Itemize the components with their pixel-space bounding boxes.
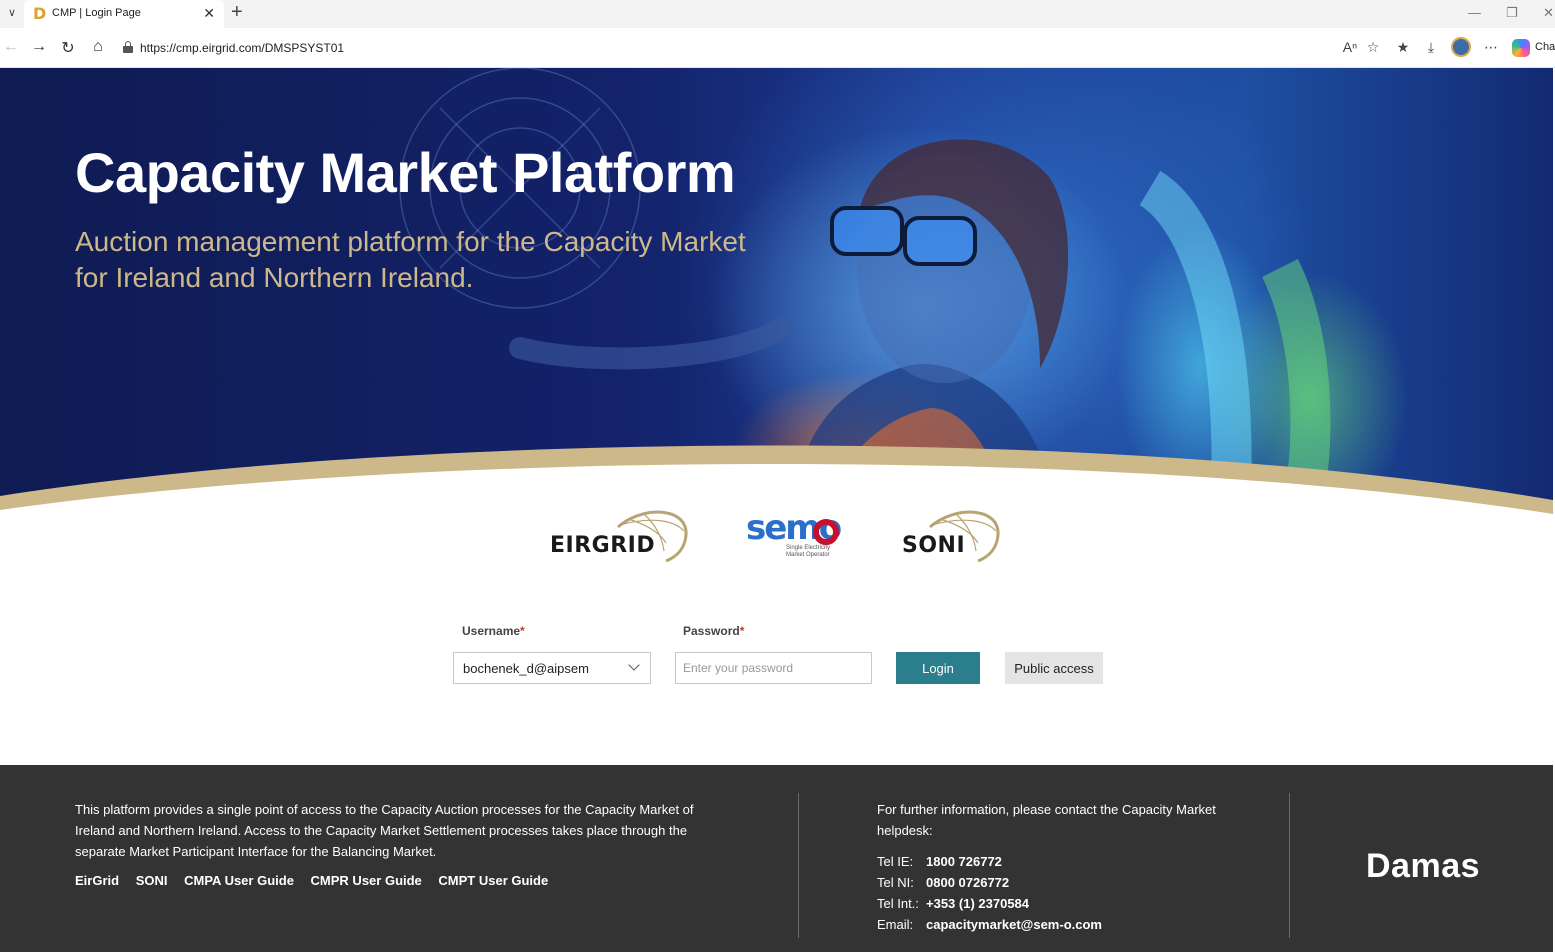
- download-icon[interactable]: ⤓: [1421, 39, 1441, 56]
- avatar[interactable]: [1451, 37, 1471, 57]
- copilot-icon[interactable]: [1512, 39, 1530, 57]
- footer-link-cmpr-guide[interactable]: CMPR User Guide: [311, 873, 422, 888]
- contact-value: 1800 726772: [926, 854, 1002, 869]
- forward-icon[interactable]: →: [29, 38, 49, 56]
- browser-tab-bar: ∨ D CMP | Login Page ✕ + — ❐ ✕: [0, 0, 1555, 28]
- username-select[interactable]: bochenek_d@aipsem: [453, 652, 651, 684]
- damas-logo: Damas: [1366, 847, 1481, 885]
- footer-link-soni[interactable]: SONI: [136, 873, 168, 888]
- footer: This platform provides a single point of…: [0, 765, 1553, 952]
- footer-links: EirGrid SONI CMPA User Guide CMPR User G…: [75, 873, 561, 888]
- soni-logo: SONI: [900, 505, 1005, 565]
- username-value[interactable]: bochenek_d@aipsem: [463, 661, 589, 676]
- window-close-icon[interactable]: ✕: [1543, 5, 1554, 21]
- eirgrid-logo-text: EIRGRID: [550, 533, 656, 558]
- footer-link-eirgrid[interactable]: EirGrid: [75, 873, 119, 888]
- contact-value: +353 (1) 2370584: [926, 896, 1030, 911]
- page-subtitle: Auction management platform for the Capa…: [75, 226, 746, 293]
- semo-tagline-line-2: Market Operator: [786, 552, 830, 558]
- browser-tab[interactable]: D CMP | Login Page ✕: [24, 0, 224, 28]
- favorites-list-icon[interactable]: ★: [1393, 39, 1413, 56]
- footer-divider: [1289, 793, 1290, 938]
- footer-link-cmpa-guide[interactable]: CMPA User Guide: [184, 873, 294, 888]
- contact-intro: For further information, please contact …: [877, 802, 1216, 838]
- contact-label: Tel NI:: [877, 875, 914, 890]
- username-label: Username*: [462, 624, 525, 638]
- eirgrid-logo: EIRGRID: [548, 505, 693, 565]
- close-icon[interactable]: ✕: [203, 5, 215, 22]
- contact-value: 0800 0726772: [926, 875, 1010, 890]
- address-bar[interactable]: https://cmp.eirgrid.com/DMSPSYST01: [116, 34, 1386, 62]
- semo-logo: semo Single Electricity Market Operator: [746, 508, 846, 564]
- tab-list-icon[interactable]: ∨: [4, 5, 20, 21]
- contact-label: Tel Int.:: [877, 896, 919, 911]
- chat-label[interactable]: Chat: [1535, 41, 1555, 53]
- footer-description: This platform provides a single point of…: [75, 802, 694, 859]
- restore-icon[interactable]: ❐: [1506, 5, 1518, 21]
- contact-row: Tel NI: 0800 0726772: [877, 872, 1102, 893]
- contact-label: Email:: [877, 917, 914, 932]
- footer-divider: [798, 793, 799, 938]
- read-aloud-icon[interactable]: Aⁿ: [1340, 39, 1360, 55]
- browser-toolbar: ← → ↻ ⌂ https://cmp.eirgrid.com/DMSPSYST…: [0, 28, 1555, 68]
- new-tab-icon[interactable]: +: [231, 1, 243, 24]
- minimize-icon[interactable]: —: [1468, 5, 1481, 20]
- password-label: Password*: [683, 624, 745, 638]
- reload-icon[interactable]: ↻: [58, 38, 78, 58]
- url-text[interactable]: https://cmp.eirgrid.com/DMSPSYST01: [140, 41, 344, 55]
- home-icon[interactable]: ⌂: [88, 38, 108, 56]
- contact-row: Tel Int.: +353 (1) 2370584: [877, 893, 1102, 914]
- back-icon[interactable]: ←: [1, 38, 21, 56]
- favorite-icon[interactable]: ☆: [1363, 39, 1383, 56]
- page-title: Capacity Market Platform: [75, 141, 736, 204]
- contact-row: Email: capacitymarket@sem-o.com: [877, 914, 1102, 935]
- public-access-button[interactable]: Public access: [1005, 652, 1103, 684]
- more-icon[interactable]: ⋯: [1481, 39, 1501, 56]
- password-input[interactable]: [675, 652, 872, 684]
- login-button[interactable]: Login: [896, 652, 980, 684]
- soni-logo-text: SONI: [902, 533, 966, 558]
- chevron-down-icon[interactable]: [628, 659, 640, 671]
- footer-link-cmpt-guide[interactable]: CMPT User Guide: [438, 873, 548, 888]
- lock-icon[interactable]: [123, 41, 133, 53]
- semo-tagline-line-1: Single Electricity: [786, 545, 831, 551]
- contact-email-link[interactable]: capacitymarket@sem-o.com: [926, 914, 1102, 935]
- contact-list: Tel IE: 1800 726772 Tel NI: 0800 0726772…: [877, 851, 1102, 935]
- hero-gold-curve: [0, 445, 1553, 518]
- contact-row: Tel IE: 1800 726772: [877, 851, 1102, 872]
- site-favicon: D: [33, 4, 47, 23]
- tab-title: CMP | Login Page: [52, 7, 141, 19]
- contact-label: Tel IE:: [877, 854, 914, 869]
